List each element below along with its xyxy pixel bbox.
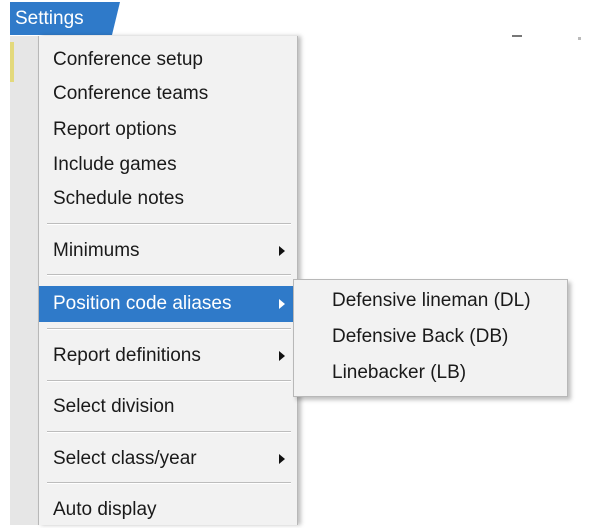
menu-item-select-class-year[interactable]: Select class/year	[39, 441, 297, 477]
settings-dropdown: Conference setup Conference teams Report…	[38, 36, 298, 525]
menu-item-label: Schedule notes	[53, 188, 184, 209]
menu-item-label: Report definitions	[53, 345, 201, 366]
menu-item-label: Include games	[53, 154, 177, 175]
menu-item-label: Conference setup	[53, 49, 203, 70]
window-minimize-mark	[512, 35, 522, 37]
submenu-item-linebacker[interactable]: Linebacker (LB)	[294, 356, 567, 390]
menu-item-auto-display[interactable]: Auto display	[39, 492, 297, 528]
menu-edge	[10, 36, 38, 525]
menu-item-position-code-aliases[interactable]: Position code aliases	[39, 286, 297, 322]
menu-item-select-division[interactable]: Select division	[39, 389, 297, 425]
menu-item-minimums[interactable]: Minimums	[39, 233, 297, 269]
settings-menu[interactable]: Settings	[10, 2, 120, 35]
menu-item-conference-setup[interactable]: Conference setup	[39, 42, 297, 78]
menu-item-label: Auto display	[53, 499, 157, 520]
menu-item-schedule-notes[interactable]: Schedule notes	[39, 181, 297, 217]
menu-separator	[47, 431, 291, 433]
menu-separator	[47, 223, 291, 225]
menu-separator	[47, 482, 291, 484]
position-code-aliases-submenu: Defensive lineman (DL) Defensive Back (D…	[293, 279, 568, 397]
menu-item-label: Select division	[53, 396, 175, 417]
submenu-item-label: Defensive lineman (DL)	[332, 290, 531, 311]
submenu-arrow-icon	[279, 351, 285, 361]
menu-item-label: Minimums	[53, 240, 140, 261]
menu-item-report-options[interactable]: Report options	[39, 112, 297, 148]
background-mark	[578, 37, 581, 40]
menu-item-conference-teams[interactable]: Conference teams	[39, 76, 297, 112]
menu-edge-mark	[10, 42, 14, 82]
submenu-arrow-icon	[279, 454, 285, 464]
menu-item-label: Conference teams	[53, 83, 209, 104]
submenu-item-defensive-lineman[interactable]: Defensive lineman (DL)	[294, 284, 567, 318]
submenu-arrow-icon	[279, 246, 285, 256]
settings-menu-label: Settings	[15, 7, 84, 29]
menu-item-include-games[interactable]: Include games	[39, 147, 297, 183]
menu-item-report-definitions[interactable]: Report definitions	[39, 338, 297, 374]
submenu-item-defensive-back[interactable]: Defensive Back (DB)	[294, 320, 567, 354]
menu-item-label: Report options	[53, 119, 177, 140]
submenu-item-label: Defensive Back (DB)	[332, 326, 509, 347]
menu-item-label: Position code aliases	[53, 293, 232, 314]
menu-item-label: Select class/year	[53, 448, 197, 469]
submenu-arrow-icon	[279, 299, 285, 309]
menu-separator	[47, 274, 291, 276]
menu-separator	[47, 328, 291, 330]
submenu-item-label: Linebacker (LB)	[332, 362, 467, 383]
menu-separator	[47, 380, 291, 382]
